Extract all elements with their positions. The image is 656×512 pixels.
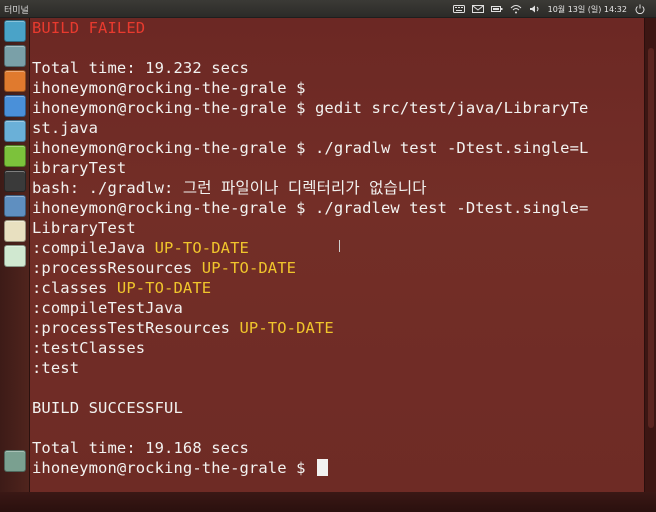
terminal-line: :compileTestJava (32, 298, 632, 318)
terminal-text: ihoneymon@rocking-the-grale $ ./gradlw t… (32, 139, 589, 157)
screen-bezel (0, 492, 656, 512)
terminal-line: :processTestResources UP-TO-DATE (32, 318, 632, 338)
terminal-line: :testClasses (32, 338, 632, 358)
text-cursor (316, 459, 328, 476)
terminal-line: Total time: 19.232 secs (32, 58, 632, 78)
document-icon[interactable] (4, 220, 26, 242)
terminal-text: ibraryTest (32, 159, 127, 177)
terminal-text: ihoneymon@rocking-the-grale $ (32, 459, 315, 477)
battery-icon[interactable] (490, 4, 503, 14)
terminal-line: ihoneymon@rocking-the-grale $ (32, 458, 632, 478)
terminal-text: :testClasses (32, 339, 146, 357)
firefox-icon[interactable] (4, 70, 26, 92)
mouse-ibeam-cursor (339, 240, 340, 252)
terminal-line: ibraryTest (32, 158, 632, 178)
terminal-text: bash: ./gradlw: 그런 파일이나 디렉터리가 없습니다 (32, 179, 427, 197)
terminal-line: :processResources UP-TO-DATE (32, 258, 632, 278)
terminal-line: :classes UP-TO-DATE (32, 278, 632, 298)
terminal-scrollbar[interactable] (644, 18, 656, 492)
terminal-line: :test (32, 358, 632, 378)
system-tool-icon[interactable] (4, 195, 26, 217)
clock[interactable]: 10월 13일 (일) 14:32 (548, 4, 627, 15)
terminal-line: :compileJava UP-TO-DATE (32, 238, 632, 258)
trash-icon[interactable] (4, 450, 26, 472)
terminal-text: :processResources (32, 259, 202, 277)
terminal-line: BUILD FAILED (32, 18, 632, 38)
terminal-text: :compileTestJava (32, 299, 183, 317)
window-title: 터미널 (4, 6, 29, 16)
chromium-icon[interactable] (4, 95, 26, 117)
terminal-text: :classes (32, 279, 117, 297)
terminal-line: ihoneymon@rocking-the-grale $ ./gradlew … (32, 198, 632, 218)
status-text: UP-TO-DATE (154, 239, 249, 257)
scrollbar-thumb[interactable] (648, 48, 654, 428)
terminal-text: :test (32, 359, 80, 377)
terminal-text: :compileJava (32, 239, 155, 257)
mail-icon[interactable] (471, 4, 484, 14)
editor-icon[interactable] (4, 245, 26, 267)
terminal-text: ihoneymon@rocking-the-grale $ (32, 79, 306, 97)
dash-home-icon[interactable] (4, 20, 26, 42)
terminal-text: BUILD SUCCESSFUL (32, 399, 183, 417)
files-icon[interactable] (4, 45, 26, 67)
status-text: UP-TO-DATE (239, 319, 334, 337)
wifi-icon[interactable] (510, 4, 522, 14)
notes-icon[interactable] (4, 145, 26, 167)
terminal-icon[interactable] (4, 170, 26, 192)
launcher (0, 18, 30, 512)
terminal-line: ihoneymon@rocking-the-grale $ gedit src/… (32, 98, 632, 118)
terminal-output[interactable]: BUILD FAILED Total time: 19.232 secs ihone… (32, 18, 632, 478)
terminal-text: :processTestResources (32, 319, 240, 337)
terminal-line: Total time: 19.168 secs (32, 438, 632, 458)
settings-icon[interactable] (4, 120, 26, 142)
power-icon[interactable] (634, 4, 646, 15)
top-panel: 터미널 10월 13일 (일) 14:32 (0, 0, 656, 18)
status-text: UP-TO-DATE (201, 259, 297, 277)
terminal-line: st.java (32, 118, 632, 138)
terminal-text: LibraryTest (32, 219, 136, 237)
terminal-line: ihoneymon@rocking-the-grale $ (32, 78, 632, 98)
terminal-line: LibraryTest (32, 218, 632, 238)
keyboard-icon[interactable] (452, 4, 465, 14)
system-tray: 10월 13일 (일) 14:32 (452, 2, 646, 16)
terminal-line: ihoneymon@rocking-the-grale $ ./gradlw t… (32, 138, 632, 158)
terminal-text: Total time: 19.168 secs (32, 439, 249, 457)
volume-icon[interactable] (529, 4, 541, 14)
status-text: UP-TO-DATE (116, 279, 212, 297)
terminal-window[interactable]: BUILD FAILED Total time: 19.232 secs ihone… (30, 18, 644, 492)
terminal-text: ihoneymon@rocking-the-grale $ ./gradlew … (32, 199, 589, 217)
terminal-text: st.java (32, 119, 99, 137)
terminal-text: Total time: 19.232 secs (32, 59, 249, 77)
terminal-line: BUILD SUCCESSFUL (32, 398, 632, 418)
terminal-text: ihoneymon@rocking-the-grale $ gedit src/… (32, 99, 589, 117)
error-text: BUILD FAILED (32, 19, 146, 37)
terminal-line: bash: ./gradlw: 그런 파일이나 디렉터리가 없습니다 (32, 178, 632, 198)
